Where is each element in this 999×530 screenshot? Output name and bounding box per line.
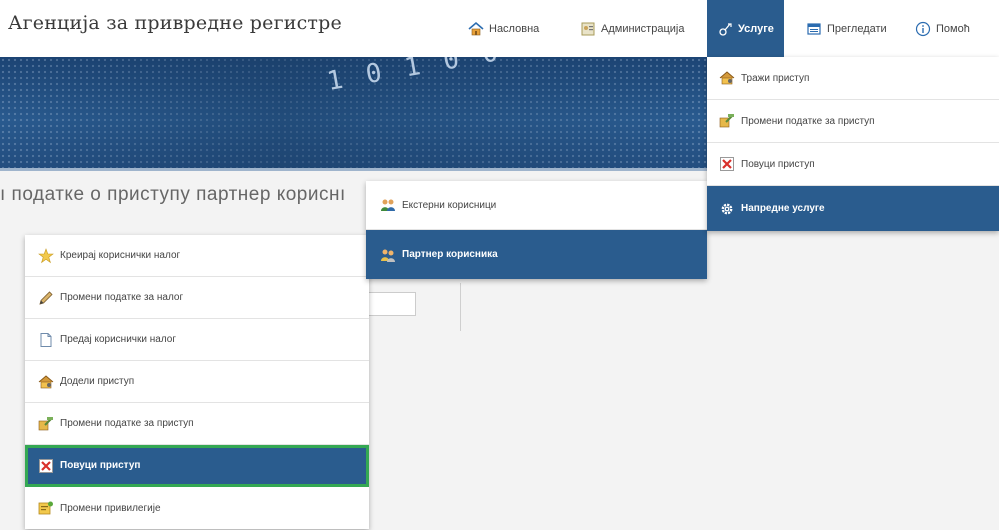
nav-help[interactable]: Помоћ	[915, 0, 970, 57]
form-input[interactable]	[366, 292, 416, 316]
nav-services-label: Услуге	[738, 22, 774, 35]
revoke-icon	[38, 458, 54, 474]
partner-user-menu: Креирај кориснички налог Промени податке…	[25, 235, 369, 529]
partner-users-icon	[380, 247, 396, 263]
menu-item-label: Креирај кориснички налог	[60, 250, 181, 261]
services-dropdown: Тражи приступ Промени податке за приступ…	[707, 57, 999, 231]
header-bar: Агенција за привредне регистре Насловна …	[0, 0, 999, 57]
revoke-icon	[719, 156, 735, 172]
create-account-icon	[38, 247, 54, 264]
menu-item-revoke[interactable]: Повуци приступ	[707, 143, 999, 186]
menu-item-edit-access[interactable]: Промени податке за приступ	[25, 403, 369, 445]
nav-administration[interactable]: Администрација	[580, 0, 684, 57]
nav-home[interactable]: Насловна	[468, 0, 539, 57]
menu-item-label: Повуци приступ	[741, 158, 815, 170]
nav-help-label: Помоћ	[936, 22, 970, 35]
app-title: Агенција за привредне регистре	[8, 12, 342, 34]
privileges-icon	[38, 500, 54, 516]
admin-icon	[580, 21, 596, 37]
menu-item-label: Предај кориснички налог	[60, 334, 176, 345]
document-icon	[38, 332, 54, 348]
menu-item-edit-access-data[interactable]: Промени податке за приступ	[707, 100, 999, 143]
pencil-icon	[38, 290, 54, 306]
advanced-services-menu: Екстерни корисници Партнер корисника	[366, 181, 707, 279]
page-title: ı податке о приступу партнер кориснı	[0, 184, 346, 205]
nav-view[interactable]: Прегледати	[806, 0, 887, 57]
menu-item-create-account[interactable]: Креирај кориснички налог	[25, 235, 369, 277]
menu-item-label: Екстерни корисници	[402, 199, 497, 211]
nav-administration-label: Администрација	[601, 22, 685, 35]
info-icon	[915, 21, 931, 37]
menu-item-external-users[interactable]: Екстерни корисници	[366, 181, 707, 230]
menu-item-submit-account[interactable]: Предај кориснички налог	[25, 319, 369, 361]
menu-item-request-access[interactable]: Тражи приступ	[707, 57, 999, 100]
lock-request-icon	[719, 70, 735, 86]
menu-item-label: Промени привилегије	[60, 502, 161, 514]
users-icon	[380, 197, 396, 213]
header-banner: 1 0 1 0 0 1 0 1 0	[0, 57, 707, 171]
menu-item-edit-account[interactable]: Промени податке за налог	[25, 277, 369, 319]
edit-access-icon	[38, 416, 54, 432]
menu-item-label: Тражи приступ	[741, 72, 810, 84]
menu-item-label: Додели приступ	[60, 376, 135, 387]
nav-home-label: Насловна	[489, 22, 540, 35]
edit-access-icon	[719, 113, 735, 129]
menu-item-label: Промени податке за приступ	[741, 115, 875, 127]
menu-item-label: Напредне услуге	[741, 203, 825, 214]
menu-item-label: Повуци приступ	[60, 460, 141, 471]
menu-item-grant-access[interactable]: Додели приступ	[25, 361, 369, 403]
menu-item-change-privileges[interactable]: Промени привилегије	[25, 487, 369, 529]
gear-icon	[719, 201, 735, 217]
nav-services[interactable]: Услуге	[707, 0, 784, 57]
banner-divider	[0, 168, 707, 171]
menu-item-label: Партнер корисника	[402, 249, 498, 260]
nav-view-label: Прегледати	[827, 22, 887, 35]
home-icon	[468, 21, 484, 37]
menu-item-label: Промени податке за налог	[60, 292, 184, 303]
menu-item-partner-users[interactable]: Партнер корисника	[366, 230, 707, 279]
view-icon	[806, 21, 822, 37]
menu-item-advanced-services[interactable]: Напредне услуге	[707, 186, 999, 231]
services-icon	[717, 21, 733, 37]
menu-item-label: Промени податке за приступ	[60, 418, 194, 429]
form-divider	[460, 283, 461, 331]
grant-access-icon	[38, 374, 54, 390]
menu-item-revoke-access[interactable]: Повуци приступ	[25, 445, 369, 487]
